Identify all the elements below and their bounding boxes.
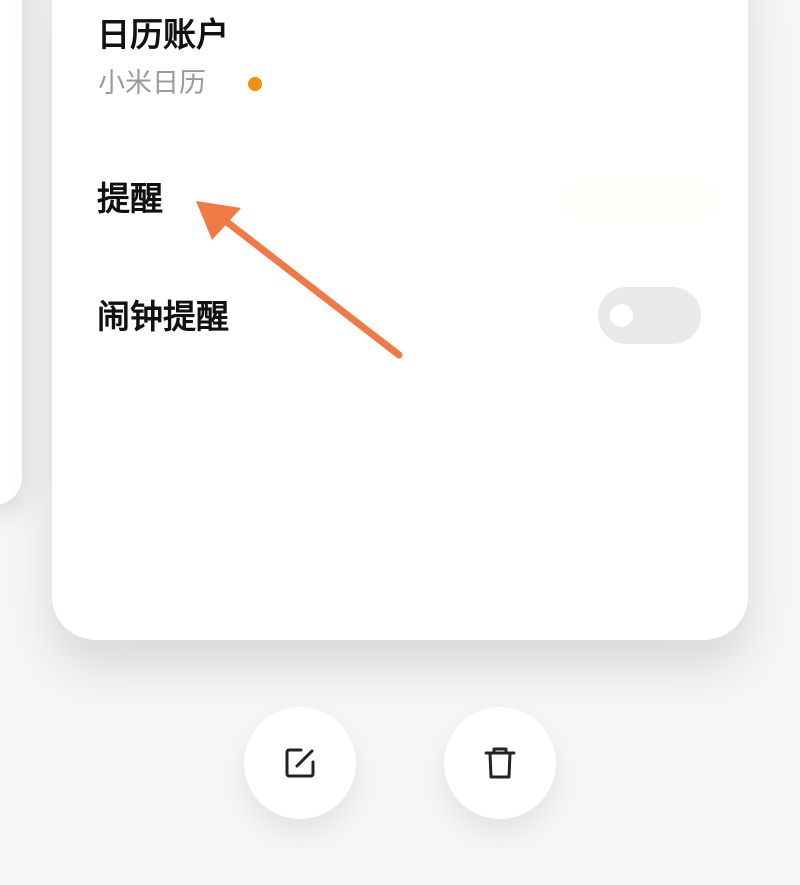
account-status-dot [248,77,262,91]
reminder-value-area[interactable] [565,178,715,222]
calendar-account-label: 日历账户 [97,15,229,54]
background-card-edge [0,0,22,505]
edit-button[interactable] [244,707,356,819]
reminder-label[interactable]: 提醒 [97,182,163,215]
trash-icon [483,745,517,781]
delete-button[interactable] [444,707,556,819]
toggle-knob [610,304,633,327]
alarm-reminder-toggle[interactable] [598,287,701,344]
calendar-account-value: 小米日历 [98,68,206,99]
edit-icon [283,746,317,780]
alarm-reminder-label: 闹钟提醒 [97,297,229,336]
